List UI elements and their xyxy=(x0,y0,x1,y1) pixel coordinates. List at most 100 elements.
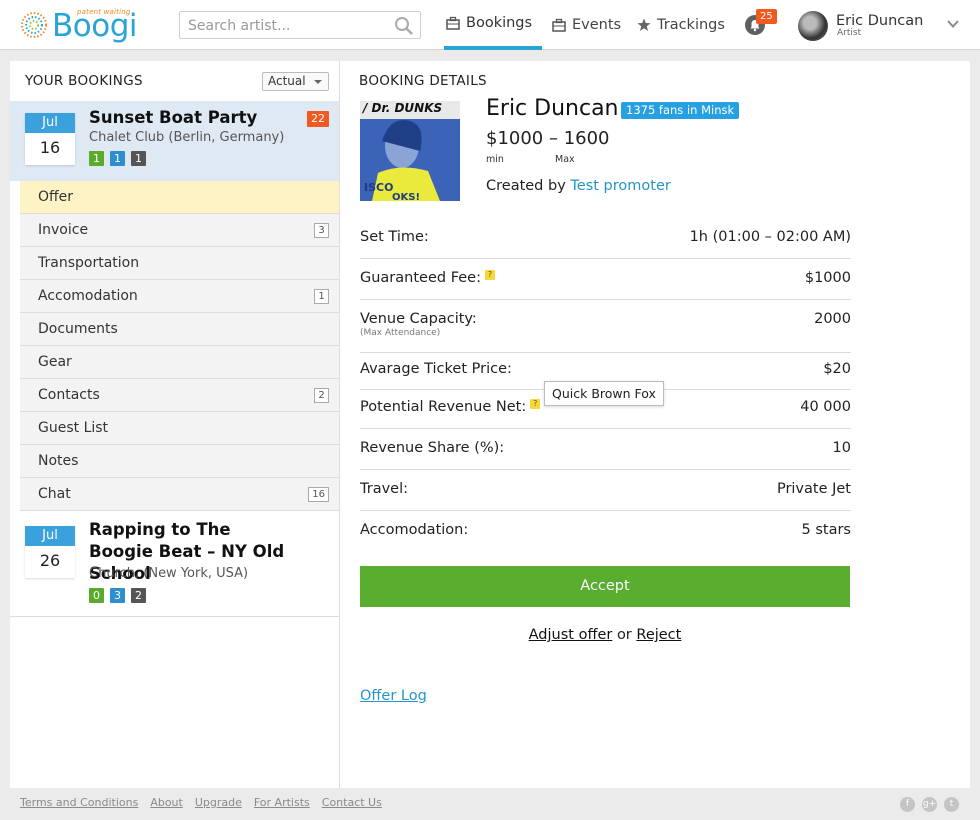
menu-item-documents[interactable]: Documents xyxy=(20,313,339,346)
fans-badge: 1375 fans in Minsk xyxy=(621,102,740,119)
boogi-logo[interactable]: patent waiting Boogi xyxy=(18,8,138,44)
detail-row-potential-revenue: Potential Revenue Net:? Quick Brown Fox … xyxy=(360,381,851,429)
chevron-down-icon[interactable] xyxy=(946,17,960,31)
offer-log-link[interactable]: Offer Log xyxy=(360,688,427,704)
user-name[interactable]: Eric Duncan xyxy=(836,13,923,29)
menu-item-contacts[interactable]: Contacts 2 xyxy=(20,379,339,412)
footer-link-for-artists[interactable]: For Artists xyxy=(254,796,310,809)
notification-count-badge: 25 xyxy=(756,9,777,24)
detail-label: Potential Revenue Net:? xyxy=(360,399,541,415)
booking-card[interactable]: Jul 26 Rapping to The Boogie Beat – NY O… xyxy=(10,512,339,617)
help-icon[interactable]: ? xyxy=(530,399,541,409)
detail-row-venue-capacity: Venue Capacity: (Max Attendance) 2000 xyxy=(360,300,851,353)
facebook-icon[interactable]: f xyxy=(900,797,915,812)
nav-events-label: Events xyxy=(572,17,622,33)
nav-trackings[interactable]: Trackings xyxy=(637,0,725,50)
detail-sublabel: (Max Attendance) xyxy=(360,328,441,338)
bookings-filter-select[interactable]: Actual xyxy=(262,72,329,91)
top-header: patent waiting Boogi Bookings Events Tra… xyxy=(0,0,980,50)
status-chip-dark: 2 xyxy=(131,588,146,603)
menu-item-count: 2 xyxy=(314,388,329,403)
nav-bookings[interactable]: Bookings xyxy=(444,0,542,50)
artist-name: Eric Duncan xyxy=(486,96,619,121)
search-box xyxy=(179,11,421,39)
status-chip-dark: 1 xyxy=(131,151,146,166)
avatar[interactable] xyxy=(798,11,828,41)
menu-item-offer[interactable]: Offer xyxy=(20,181,339,214)
detail-row-revenue-share: Revenue Share (%): 10 xyxy=(360,429,851,470)
footer: Terms and Conditions About Upgrade For A… xyxy=(0,788,980,820)
nav-events[interactable]: Events xyxy=(552,0,621,50)
search-icon[interactable] xyxy=(394,16,414,36)
detail-value: 5 stars xyxy=(801,522,851,538)
accept-button[interactable]: Accept xyxy=(360,566,850,607)
booking-venue: Church, (New York, USA) xyxy=(89,566,249,581)
menu-item-invoice[interactable]: Invoice 3 xyxy=(20,214,339,247)
booking-details-title: BOOKING DETAILS xyxy=(359,73,487,89)
menu-item-label: Contacts xyxy=(38,387,100,403)
created-by-prefix: Created by xyxy=(486,178,566,194)
logo-text: Boogi xyxy=(52,8,138,44)
artist-photo-caption: / Dr. DUNKS xyxy=(363,101,443,115)
briefcase-icon xyxy=(552,18,566,32)
google-plus-icon[interactable]: g+ xyxy=(922,797,937,812)
menu-item-gear[interactable]: Gear xyxy=(20,346,339,379)
detail-row-travel: Travel: Private Jet xyxy=(360,470,851,511)
status-chip-blue: 1 xyxy=(110,151,125,166)
caret-down-icon xyxy=(314,80,322,84)
briefcase-icon xyxy=(446,16,460,30)
booking-details-table: Set Time: 1h (01:00 – 02:00 AM) Guarante… xyxy=(360,218,851,552)
bookings-panel-title: YOUR BOOKINGS xyxy=(25,73,143,89)
adjust-offer-link[interactable]: Adjust offer xyxy=(529,627,613,643)
main-content: YOUR BOOKINGS Actual Jul 16 Sunset Boat … xyxy=(10,61,970,788)
menu-item-label: Documents xyxy=(38,321,118,337)
booking-month: Jul xyxy=(25,113,75,133)
fee-max-label: Max xyxy=(555,154,575,165)
detail-row-guaranteed-fee: Guaranteed Fee:? $1000 xyxy=(360,259,851,300)
footer-link-about[interactable]: About xyxy=(150,796,183,809)
detail-value: 2000 xyxy=(814,311,851,327)
footer-link-contact[interactable]: Contact Us xyxy=(322,796,382,809)
menu-item-notes[interactable]: Notes xyxy=(20,445,339,478)
logo-mark-icon xyxy=(21,12,47,38)
user-role: Artist xyxy=(837,28,862,38)
menu-item-label: Offer xyxy=(38,189,74,205)
detail-row-set-time: Set Time: 1h (01:00 – 02:00 AM) xyxy=(360,218,851,259)
reject-link[interactable]: Reject xyxy=(636,627,681,643)
nav-bookings-label: Bookings xyxy=(466,15,533,31)
help-icon[interactable]: ? xyxy=(484,270,495,280)
menu-item-count: 16 xyxy=(308,487,329,502)
booking-title[interactable]: Sunset Boat Party xyxy=(89,107,257,129)
created-by: Created by Test promoter xyxy=(486,178,671,194)
detail-label: Guaranteed Fee:? xyxy=(360,270,495,286)
fee-range: $1000 – 1600 xyxy=(486,128,610,149)
help-tooltip: Quick Brown Fox xyxy=(544,381,664,406)
booking-day: 26 xyxy=(39,551,61,570)
offer-actions: Adjust offer or Reject xyxy=(340,627,870,643)
booking-month: Jul xyxy=(25,526,75,546)
footer-link-terms[interactable]: Terms and Conditions xyxy=(20,796,138,809)
detail-label: Accomodation: xyxy=(360,522,469,538)
search-input[interactable] xyxy=(188,16,388,35)
status-chip-blue: 3 xyxy=(110,588,125,603)
footer-link-upgrade[interactable]: Upgrade xyxy=(195,796,242,809)
booking-card-selected[interactable]: Jul 16 Sunset Boat Party Chalet Club (Be… xyxy=(10,101,339,181)
twitter-icon[interactable]: t xyxy=(944,797,959,812)
booking-date: Jul 26 xyxy=(25,526,75,578)
booking-section-menu: Offer Invoice 3 Transportation Accomodat… xyxy=(20,181,339,511)
menu-item-guest-list[interactable]: Guest List xyxy=(20,412,339,445)
menu-item-label: Invoice xyxy=(38,222,89,238)
booking-status-chips: 0 3 2 xyxy=(89,588,146,603)
menu-item-chat[interactable]: Chat 16 xyxy=(20,478,339,511)
detail-row-accomodation: Accomodation: 5 stars xyxy=(360,511,851,552)
detail-label: Set Time: xyxy=(360,229,429,245)
menu-item-label: Accomodation xyxy=(38,288,138,304)
promoter-link[interactable]: Test promoter xyxy=(570,178,670,194)
menu-item-label: Notes xyxy=(38,453,79,469)
bookings-filter-value: Actual xyxy=(268,74,306,88)
menu-item-transportation[interactable]: Transportation xyxy=(20,247,339,280)
menu-item-accomodation[interactable]: Accomodation 1 xyxy=(20,280,339,313)
detail-label-text: Potential Revenue Net: xyxy=(360,399,527,415)
nav-trackings-label: Trackings xyxy=(657,17,725,33)
svg-text:OKS!: OKS! xyxy=(392,192,420,201)
